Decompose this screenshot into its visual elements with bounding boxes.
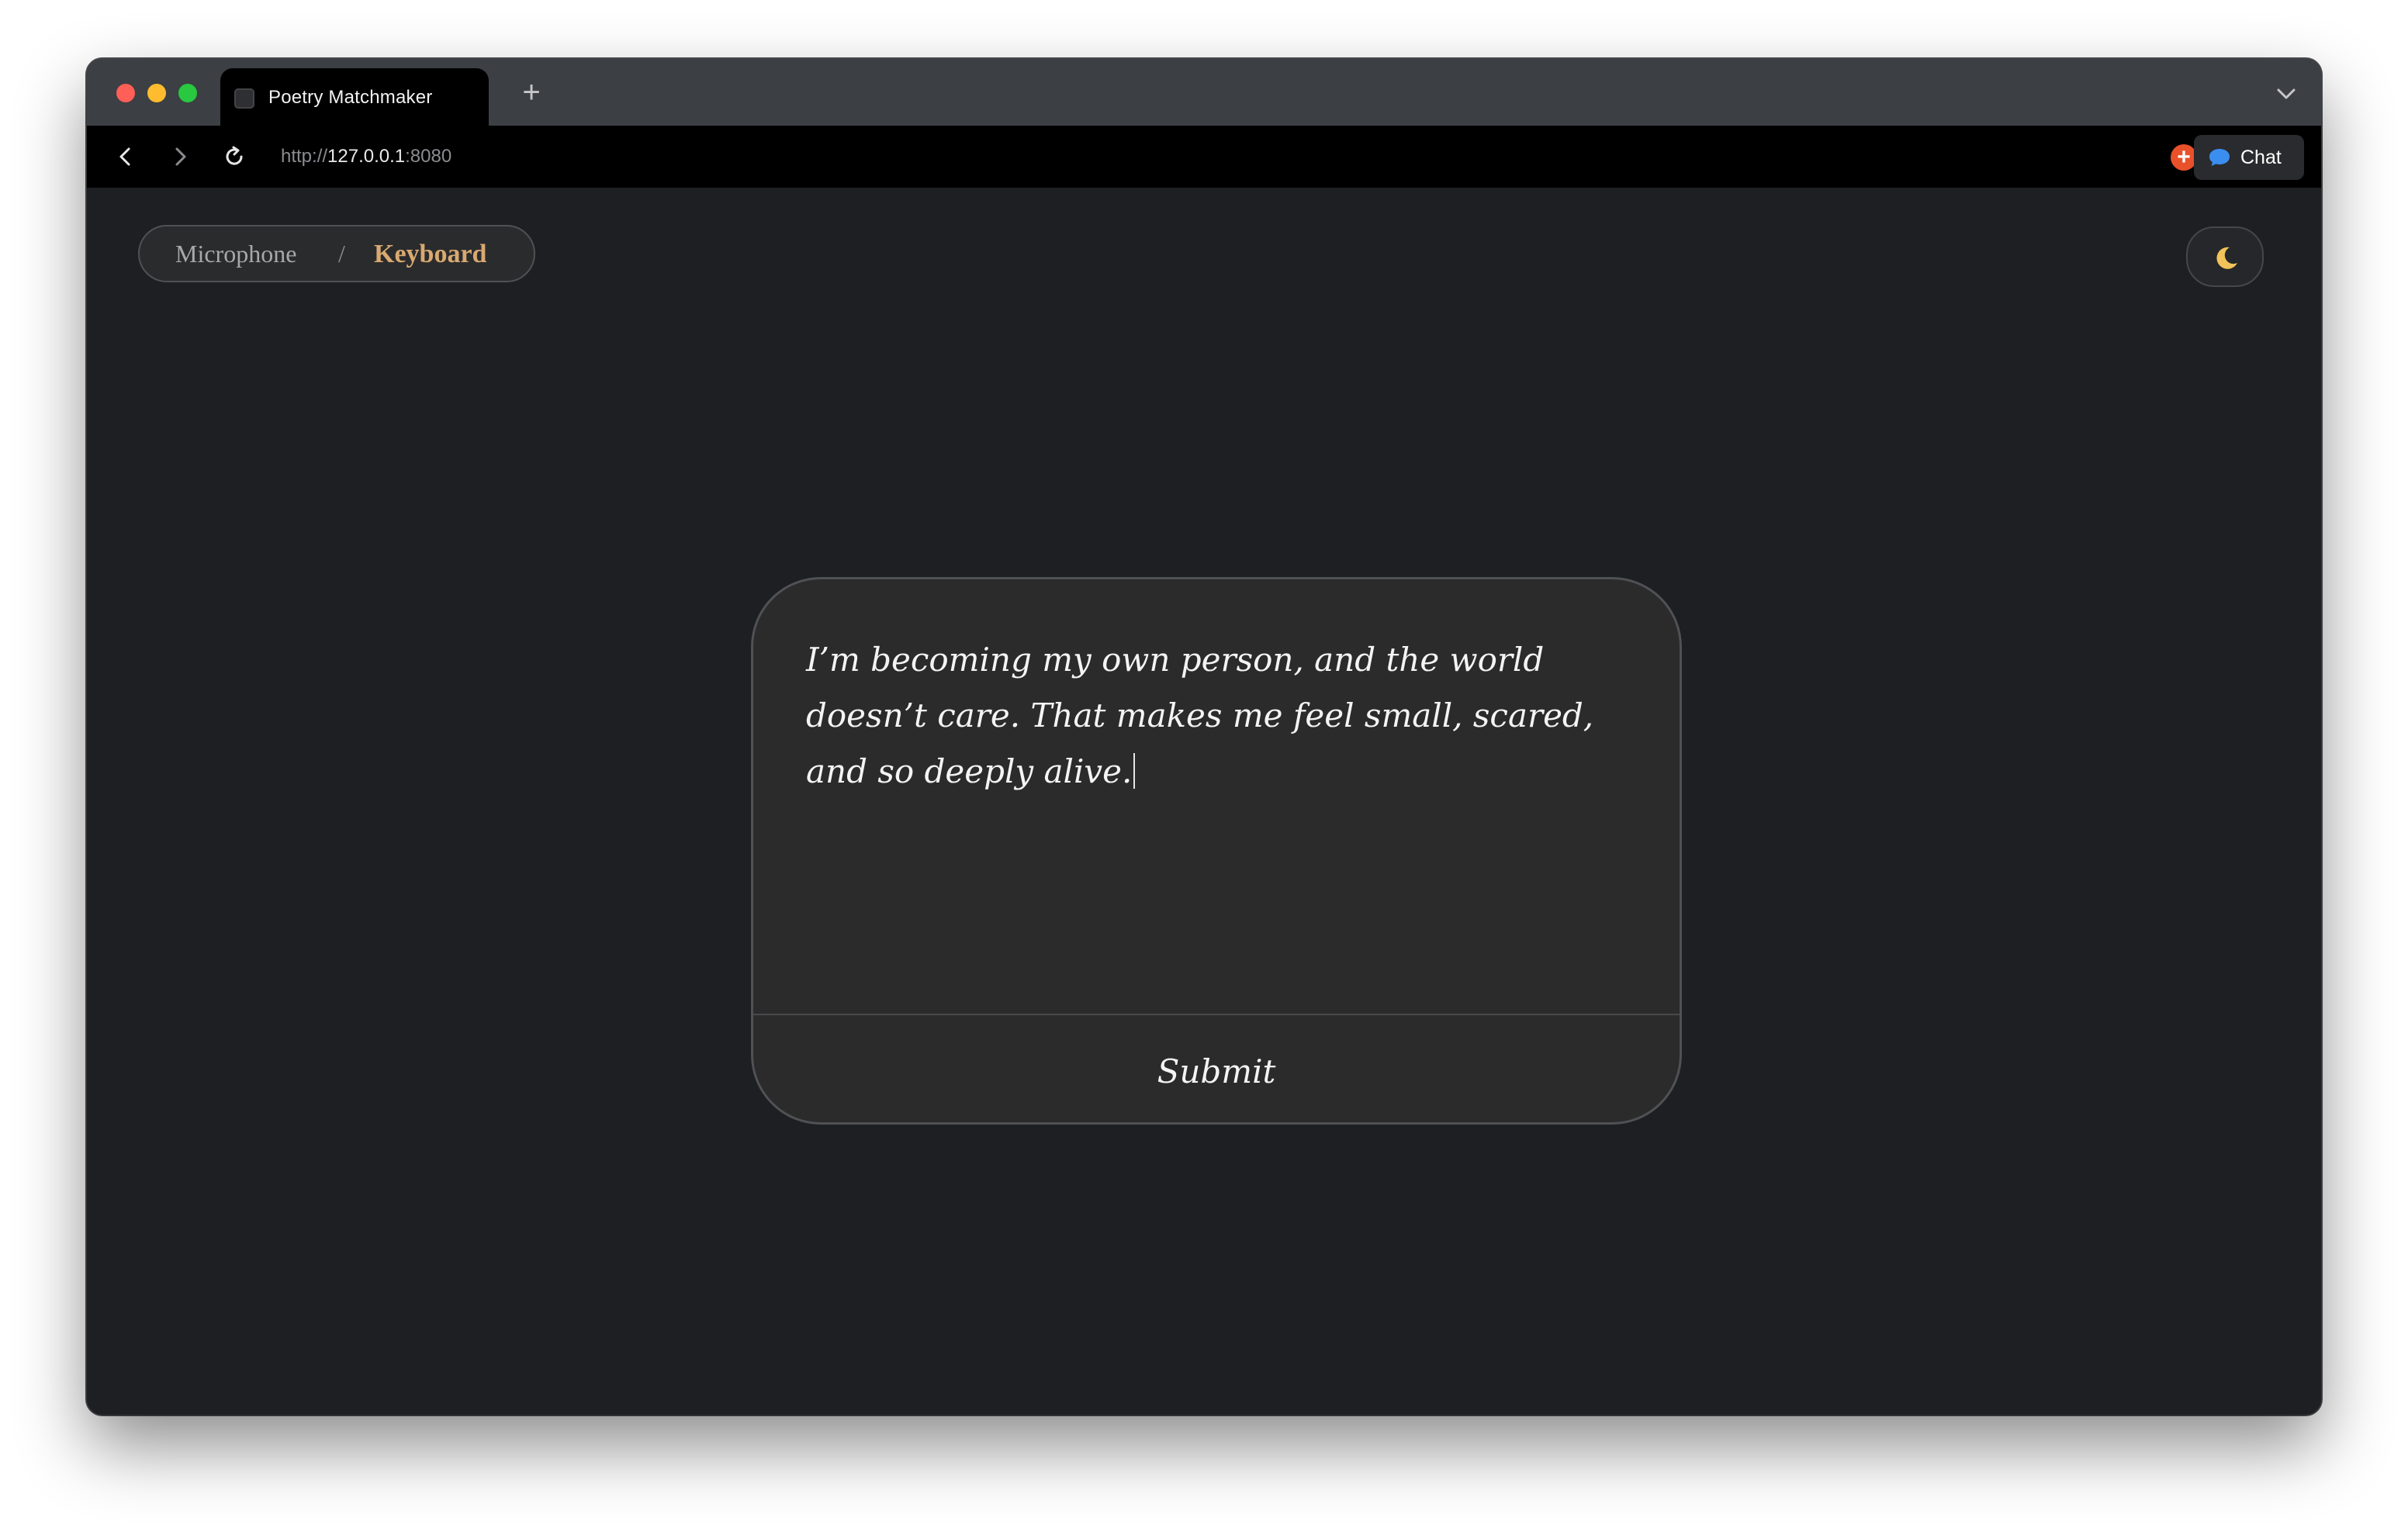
mode-separator: /: [338, 240, 345, 268]
url-port: :8080: [405, 146, 452, 167]
window-close-button[interactable]: [116, 84, 135, 102]
page-content: Microphone / Keyboard I’m becoming my ow…: [87, 188, 2321, 1415]
theme-toggle-button[interactable]: [2186, 226, 2264, 287]
poem-text-input[interactable]: I’m becoming my own person, and the worl…: [806, 632, 1644, 800]
window-minimize-button[interactable]: [147, 84, 166, 102]
tab-strip: Poetry Matchmaker +: [87, 59, 2321, 126]
forward-arrow-icon[interactable]: [166, 143, 194, 171]
tab-poetry-matchmaker[interactable]: Poetry Matchmaker: [220, 68, 489, 126]
new-tab-button[interactable]: +: [512, 73, 551, 112]
url-host: 127.0.0.1: [327, 146, 406, 167]
moon-icon: [2216, 247, 2237, 269]
poem-entry-card: I’m becoming my own person, and the worl…: [751, 577, 1682, 1125]
browser-window: Poetry Matchmaker + http://127.0.0.1:808…: [87, 59, 2321, 1415]
mode-microphone-option[interactable]: Microphone: [175, 240, 296, 268]
chat-bubble-icon: [2208, 147, 2231, 168]
url-field[interactable]: http://127.0.0.1:8080: [281, 143, 452, 171]
input-mode-toggle: Microphone / Keyboard: [138, 225, 535, 282]
address-bar: http://127.0.0.1:8080 + Chat: [87, 126, 2321, 188]
chat-button-label: Chat: [2240, 147, 2282, 168]
favicon-icon: [234, 88, 254, 109]
extension-plus-icon[interactable]: +: [2171, 144, 2197, 171]
window-maximize-button[interactable]: [178, 84, 197, 102]
mode-keyboard-option[interactable]: Keyboard: [374, 240, 486, 269]
poem-text: I’m becoming my own person, and the worl…: [806, 641, 1594, 790]
tab-title: Poetry Matchmaker: [268, 87, 433, 108]
url-scheme: http://: [281, 146, 328, 167]
tab-list-chevron-icon[interactable]: [2273, 81, 2299, 107]
reload-icon[interactable]: [220, 143, 248, 171]
submit-button[interactable]: Submit: [753, 1015, 1680, 1122]
chat-button[interactable]: Chat: [2194, 135, 2304, 180]
back-arrow-icon[interactable]: [112, 143, 140, 171]
text-caret: [1133, 753, 1136, 789]
